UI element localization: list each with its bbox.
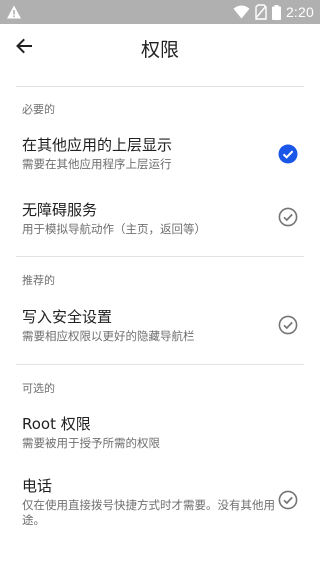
permission-item-root[interactable]: Root 权限 需要被用于授予所需的权限 xyxy=(0,407,320,461)
warning-icon xyxy=(6,4,22,20)
permission-title: 无障碍服务 xyxy=(22,201,98,219)
permission-title: 在其他应用的上层显示 xyxy=(22,136,173,154)
status-icons: 2:20 xyxy=(233,3,314,21)
no-sim-icon xyxy=(255,4,267,20)
check-outline-icon xyxy=(278,315,298,335)
page-title: 权限 xyxy=(140,39,179,61)
status-bar: 2:20 xyxy=(0,0,320,24)
divider xyxy=(16,256,304,257)
wifi-icon xyxy=(233,5,250,19)
permission-subtitle: 需要被用于授予所需的权限 xyxy=(22,436,160,450)
permission-item-phone[interactable]: 电话 仅在使用直接拨号快捷方式时才需要。没有其他用途。 xyxy=(0,469,320,535)
section-header-optional: 可选的 xyxy=(22,382,55,395)
check-filled-icon xyxy=(278,144,298,164)
permission-subtitle: 用于模拟导航动作（主页，返回等） xyxy=(22,222,206,236)
permission-title: 电话 xyxy=(22,477,53,495)
section-header-required: 必要的 xyxy=(22,103,55,116)
status-time: 2:20 xyxy=(285,4,314,20)
permission-title: Root 权限 xyxy=(22,415,91,433)
divider xyxy=(16,86,304,87)
permission-item-accessibility[interactable]: 无障碍服务 用于模拟导航动作（主页，返回等） xyxy=(0,193,320,247)
permission-subtitle: 需要相应权限以更好的隐藏导航栏 xyxy=(22,329,195,343)
app-bar: 权限 xyxy=(0,24,320,70)
permission-item-secure-settings[interactable]: 写入安全设置 需要相应权限以更好的隐藏导航栏 xyxy=(0,300,320,354)
check-outline-icon xyxy=(278,490,298,510)
permission-title: 写入安全设置 xyxy=(22,308,113,326)
divider xyxy=(16,364,304,365)
check-outline-icon xyxy=(278,207,298,227)
section-header-recommended: 推荐的 xyxy=(22,274,55,287)
permission-subtitle: 需要在其他应用程序上层运行 xyxy=(22,157,172,171)
battery-icon xyxy=(271,4,281,20)
permission-item-overlay[interactable]: 在其他应用的上层显示 需要在其他应用程序上层运行 xyxy=(0,128,320,182)
permission-subtitle: 仅在使用直接拨号快捷方式时才需要。没有其他用途。 xyxy=(22,498,275,527)
